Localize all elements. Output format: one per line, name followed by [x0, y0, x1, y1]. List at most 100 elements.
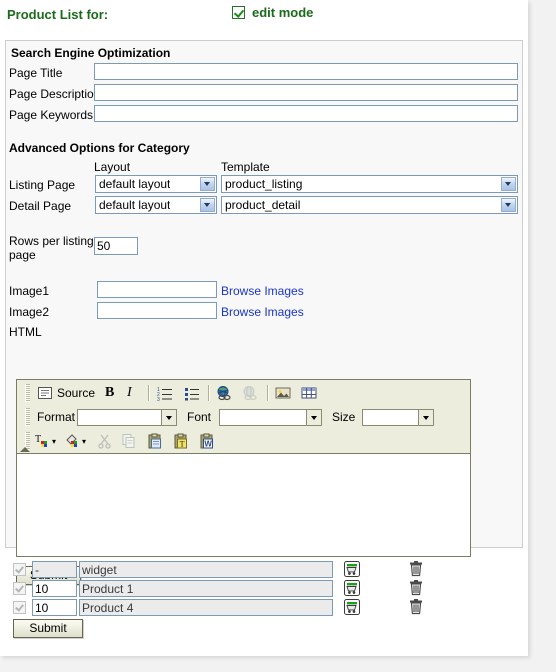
chevron-down-icon: [501, 177, 516, 191]
bulleted-list-button[interactable]: [184, 383, 200, 403]
delete-icon[interactable]: [409, 561, 423, 577]
link-button[interactable]: [216, 383, 232, 403]
svg-text:T: T: [180, 440, 185, 449]
background-color-icon: [65, 433, 81, 449]
cart-icon[interactable]: [343, 560, 361, 578]
delete-icon[interactable]: [409, 599, 423, 615]
copy-button: [121, 431, 137, 451]
detail-page-layout-value: default layout: [99, 198, 171, 212]
layout-column-header: Layout: [94, 160, 131, 174]
detail-page-template-select[interactable]: product_detail: [221, 196, 518, 214]
html-editor: Source B I 1 2 3 Format Font Size T ▾ ▾ …: [16, 379, 471, 557]
chevron-down-icon: [501, 198, 516, 212]
row-name-input[interactable]: [79, 561, 333, 578]
unlink-button: [242, 383, 258, 403]
cart-icon[interactable]: [343, 598, 361, 616]
rows-per-page-input[interactable]: [94, 237, 138, 255]
bold-button-label: B: [105, 385, 115, 400]
font-label: Font: [187, 410, 212, 424]
text-color-button[interactable]: T ▾: [35, 431, 56, 451]
chevron-down-icon: [200, 198, 215, 212]
toolbar-separator: [208, 385, 210, 401]
rows-per-page-label-line2: page: [9, 248, 36, 262]
chevron-down-icon: [306, 410, 321, 425]
font-select[interactable]: [219, 409, 322, 426]
toolbar-row-1: Source B I 1 2 3: [17, 381, 470, 405]
row-order-input[interactable]: [32, 599, 77, 616]
listing-page-template-select[interactable]: product_listing: [221, 175, 518, 193]
rows-per-page-label-line1: Rows per listing: [9, 234, 94, 248]
table-row: [5, 579, 523, 597]
page-title-input[interactable]: [94, 63, 518, 80]
bold-button[interactable]: B: [105, 383, 114, 403]
page-title-label: Page Title: [9, 66, 63, 80]
table-icon: [301, 385, 317, 401]
toolbar-row-2: Format Font Size: [17, 405, 470, 429]
row-select-checkbox[interactable]: [13, 582, 26, 595]
page-header: Product List for: edit mode: [0, 0, 528, 32]
table-button[interactable]: [301, 383, 317, 403]
delete-icon[interactable]: [409, 580, 423, 596]
numbered-list-button[interactable]: 1 2 3: [157, 383, 173, 403]
image1-label: Image1: [9, 284, 50, 298]
html-label: HTML: [9, 325, 42, 339]
chevron-down-icon: [161, 410, 176, 425]
toolbar-grip[interactable]: [25, 384, 30, 402]
italic-button[interactable]: I: [127, 383, 132, 403]
page-title: Product List for:: [7, 7, 109, 22]
template-column-header: Template: [221, 160, 270, 174]
size-select[interactable]: [362, 409, 434, 426]
row-select-checkbox[interactable]: [13, 601, 26, 614]
format-select[interactable]: [77, 409, 177, 426]
italic-button-label: I: [127, 385, 132, 400]
image-button[interactable]: [275, 383, 291, 403]
chevron-down-icon: [418, 410, 433, 425]
row-order-input[interactable]: [32, 561, 77, 578]
paste-text-button[interactable]: T: [173, 431, 189, 451]
paste-icon: [147, 433, 163, 449]
background-color-button[interactable]: ▾: [65, 431, 86, 451]
copy-icon: [121, 433, 137, 449]
bulleted-list-icon: [184, 385, 200, 401]
paste-from-word-icon: W: [199, 433, 215, 449]
listing-page-label: Listing Page: [9, 178, 76, 192]
toolbar-grip[interactable]: [25, 408, 30, 426]
image1-input[interactable]: [97, 281, 217, 298]
row-order-input[interactable]: [32, 580, 77, 597]
editor-toolbar: Source B I 1 2 3 Format Font Size T ▾ ▾ …: [17, 380, 470, 454]
svg-text:3: 3: [157, 397, 160, 401]
image1-browse-link[interactable]: Browse Images: [221, 284, 304, 298]
detail-page-label: Detail Page: [9, 199, 72, 213]
page-keywords-input[interactable]: [94, 105, 518, 122]
scissors-icon: [97, 433, 113, 449]
submit-button-bottom[interactable]: Submit: [13, 619, 83, 638]
svg-text:W: W: [204, 440, 212, 449]
edit-mode-checkbox[interactable]: [232, 6, 245, 19]
detail-page-template-value: product_detail: [225, 198, 301, 212]
page-description-label: Page Description: [9, 87, 101, 101]
detail-page-layout-select[interactable]: default layout: [95, 196, 217, 214]
editor-content-area[interactable]: [17, 454, 470, 556]
edit-mode-label: edit mode: [252, 5, 314, 20]
image-icon: [275, 385, 291, 401]
page-description-input[interactable]: [94, 84, 518, 101]
text-color-icon: T: [35, 433, 51, 449]
link-globe-icon: [216, 385, 232, 401]
toolbar-collapse-arrow[interactable]: [20, 447, 30, 452]
listing-page-template-value: product_listing: [225, 177, 303, 191]
paste-word-button[interactable]: W: [199, 431, 215, 451]
screenshot-root: Product List for: edit mode Search Engin…: [0, 0, 556, 672]
cart-icon[interactable]: [343, 579, 361, 597]
image2-input[interactable]: [97, 302, 217, 319]
page-keywords-label: Page Keywords: [9, 108, 94, 122]
row-name-input[interactable]: [79, 580, 333, 597]
advanced-options-heading: Advanced Options for Category: [9, 141, 190, 155]
source-button[interactable]: Source: [37, 383, 95, 403]
listing-page-layout-select[interactable]: default layout: [95, 175, 217, 193]
paste-button[interactable]: [147, 431, 163, 451]
row-name-input[interactable]: [79, 599, 333, 616]
row-select-checkbox[interactable]: [13, 563, 26, 576]
image2-browse-link[interactable]: Browse Images: [221, 305, 304, 319]
listing-page-layout-value: default layout: [99, 177, 171, 191]
source-icon: [37, 385, 53, 401]
